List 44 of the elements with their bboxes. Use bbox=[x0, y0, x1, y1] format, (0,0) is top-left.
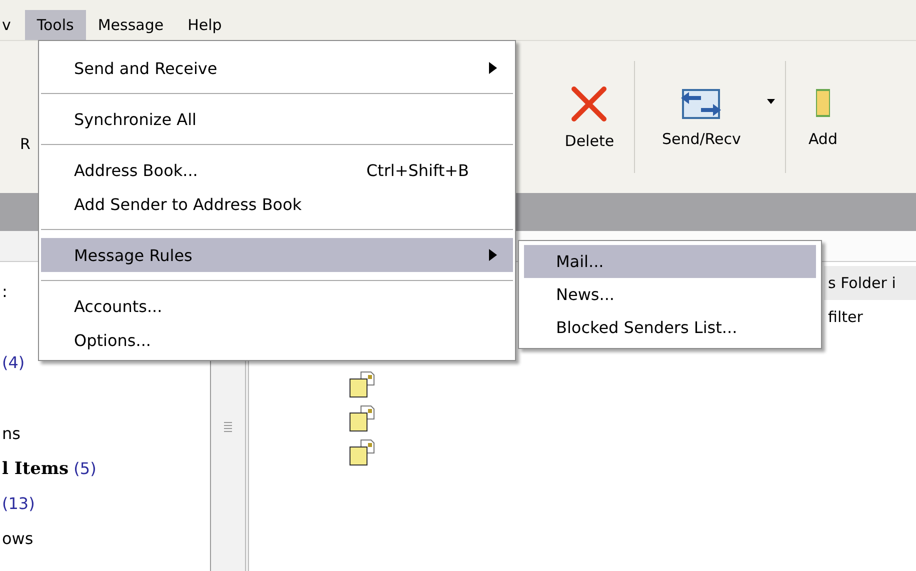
menu-bar-item[interactable]: v bbox=[0, 10, 25, 40]
message-icon bbox=[349, 371, 375, 399]
folder-name[interactable]: ns bbox=[2, 424, 20, 443]
caret-icon[interactable] bbox=[767, 99, 776, 104]
menu-item[interactable]: Send and Receive bbox=[41, 51, 513, 85]
delete-x-icon bbox=[569, 84, 610, 124]
message-subject[interactable]: filter bbox=[824, 300, 916, 334]
menu-bar-item[interactable]: Message bbox=[86, 10, 176, 40]
message-icon bbox=[349, 439, 375, 467]
submenu-item[interactable]: Mail... bbox=[524, 245, 816, 278]
submenu-arrow-icon bbox=[489, 249, 497, 261]
grip-icon[interactable] bbox=[224, 421, 232, 433]
menu-item[interactable]: Accounts... bbox=[41, 289, 513, 323]
menu-item-label: Synchronize All bbox=[74, 110, 198, 128]
envelope-arrows-icon bbox=[679, 86, 724, 122]
toolbar-button[interactable]: R bbox=[14, 41, 36, 193]
shortcut-label: Ctrl+Shift+B bbox=[366, 160, 469, 180]
menu-item[interactable]: Options... bbox=[41, 323, 513, 357]
unread-count: (5) bbox=[74, 459, 96, 478]
menu-item[interactable]: Synchronize All bbox=[41, 102, 513, 136]
menu-item-label: Address Book... bbox=[74, 160, 199, 180]
menu-item[interactable]: Message Rules bbox=[41, 238, 513, 272]
folder-name[interactable]: ows bbox=[2, 529, 34, 548]
folder-name[interactable]: l Items bbox=[2, 459, 69, 479]
submenu-item[interactable]: News... bbox=[524, 278, 816, 311]
message-subject[interactable]: s Folder i bbox=[824, 266, 916, 300]
menu-item-label: Add Sender to Address Book bbox=[74, 194, 303, 214]
menu-item[interactable]: Add Sender to Address Book bbox=[41, 187, 513, 221]
submenu-item[interactable]: Blocked Senders List... bbox=[524, 311, 816, 344]
toolbar-button[interactable]: Send/Recv bbox=[635, 41, 786, 193]
folder-name[interactable]: : bbox=[2, 282, 8, 301]
submenu-arrow-icon bbox=[489, 62, 497, 74]
message-icon bbox=[349, 405, 375, 433]
menu-bar-item[interactable]: Help bbox=[176, 10, 234, 40]
toolbar-button[interactable]: Add bbox=[786, 41, 850, 193]
toolbar-button[interactable]: Delete bbox=[544, 41, 634, 193]
menu-bar-item[interactable]: Tools bbox=[24, 10, 86, 40]
unread-count: (13) bbox=[2, 494, 35, 513]
menu-item-label: Options... bbox=[74, 330, 152, 350]
menu-item-label: Send and Receive bbox=[74, 58, 218, 78]
menu-item-label: Accounts... bbox=[74, 296, 164, 316]
menu-item-label: Message Rules bbox=[74, 246, 194, 264]
menu-item[interactable]: Address Book... Ctrl+Shift+B bbox=[41, 153, 513, 187]
unread-count: (4) bbox=[2, 353, 25, 372]
